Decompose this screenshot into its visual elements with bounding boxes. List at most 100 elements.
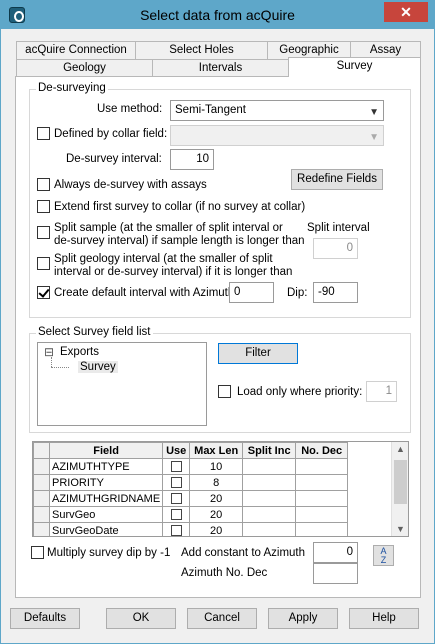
split-sample-checkbox[interactable]	[37, 226, 50, 239]
multiply-dip-label: Multiply survey dip by -1	[47, 547, 171, 559]
cell-use[interactable]	[162, 474, 191, 491]
cell-no-dec[interactable]	[295, 506, 349, 523]
row-header[interactable]	[33, 458, 50, 475]
cell-field[interactable]: SurvGeo	[48, 506, 164, 523]
priority-input[interactable]: 1	[366, 381, 397, 402]
table-row[interactable]: AZIMUTHGRIDNAME 20	[33, 490, 349, 507]
dip-input[interactable]: -90	[313, 282, 358, 303]
split-geology-line1: Split geology interval (at the smaller o…	[54, 253, 273, 265]
field-list-tree[interactable]: ⊟ Exports Survey	[37, 342, 207, 426]
cell-no-dec[interactable]	[295, 474, 349, 491]
azimuth-input[interactable]: 0	[229, 282, 274, 303]
split-geology-line2: interval or de-survey interval) if it is…	[54, 266, 293, 278]
dip-label: Dip:	[287, 287, 308, 299]
tab-intervals[interactable]: Intervals	[152, 59, 289, 77]
tree-node-survey[interactable]: Survey	[78, 361, 118, 373]
cell-split-inc[interactable]	[242, 522, 297, 536]
use-checkbox[interactable]	[170, 461, 182, 473]
cell-use[interactable]	[162, 522, 191, 536]
close-button[interactable]: ✕	[384, 2, 428, 22]
use-method-label: Use method:	[97, 103, 163, 115]
cell-no-dec[interactable]	[295, 522, 349, 536]
cell-use[interactable]	[162, 458, 191, 475]
sort-az-button[interactable]: A Z	[373, 545, 394, 566]
split-interval-input[interactable]: 0	[313, 238, 358, 259]
column-header-field[interactable]: Field	[48, 442, 164, 459]
cell-max-len[interactable]: 10	[189, 458, 244, 475]
multiply-dip-checkbox[interactable]	[31, 546, 44, 559]
scroll-down-icon[interactable]: ▼	[392, 524, 408, 534]
use-method-select[interactable]: Semi-Tangent ▼	[170, 100, 384, 121]
cell-max-len[interactable]: 20	[189, 490, 244, 507]
table-row[interactable]: SurvGeo 20	[33, 506, 349, 523]
ok-button[interactable]: OK	[106, 608, 176, 629]
add-constant-input[interactable]: 0	[313, 542, 358, 563]
table-row[interactable]: PRIORITY 8	[33, 474, 349, 491]
cell-use[interactable]	[162, 490, 191, 507]
cell-no-dec[interactable]	[295, 458, 349, 475]
redefine-fields-button[interactable]: Redefine Fields	[291, 169, 383, 190]
cell-field[interactable]: AZIMUTHTYPE	[48, 458, 164, 475]
cancel-button[interactable]: Cancel	[187, 608, 257, 629]
table-header-row: Field Use Max Len Split Inc No. Dec	[33, 442, 349, 459]
tree-node-exports[interactable]: Exports	[60, 346, 99, 358]
help-button[interactable]: Help	[349, 608, 419, 629]
create-default-interval-checkbox[interactable]	[37, 286, 50, 299]
sort-z-icon: Z	[380, 555, 387, 565]
split-geology-checkbox[interactable]	[37, 257, 50, 270]
filter-button[interactable]: Filter	[218, 343, 298, 364]
survey-tab-panel: De-surveying Use method: Semi-Tangent ▼ …	[15, 76, 421, 598]
cell-max-len[interactable]: 20	[189, 522, 244, 536]
tree-expander-icon[interactable]: ⊟	[44, 345, 54, 359]
grid-vertical-scrollbar[interactable]: ▲ ▼	[391, 442, 408, 536]
column-header-use[interactable]: Use	[162, 442, 191, 459]
load-only-priority-checkbox[interactable]	[218, 385, 231, 398]
cell-split-inc[interactable]	[242, 474, 297, 491]
extend-first-survey-checkbox[interactable]	[37, 200, 50, 213]
survey-field-list-label: Select Survey field list	[36, 326, 153, 338]
defaults-button[interactable]: Defaults	[10, 608, 80, 629]
column-header-split-inc[interactable]: Split Inc	[242, 442, 297, 459]
column-header-max-len[interactable]: Max Len	[189, 442, 244, 459]
scrollbar-thumb[interactable]	[394, 460, 407, 504]
tab-select-holes[interactable]: Select Holes	[135, 41, 268, 59]
always-desurvey-checkbox[interactable]	[37, 178, 50, 191]
collar-field-select[interactable]: ▼	[170, 125, 384, 146]
cell-split-inc[interactable]	[242, 458, 297, 475]
split-sample-label: Split sample (at the smaller of split in…	[54, 222, 305, 248]
cell-use[interactable]	[162, 506, 191, 523]
apply-button[interactable]: Apply	[268, 608, 338, 629]
cell-field[interactable]: PRIORITY	[48, 474, 164, 491]
defined-by-collar-checkbox[interactable]	[37, 127, 50, 140]
cell-field[interactable]: AZIMUTHGRIDNAME	[48, 490, 164, 507]
tab-acquire-connection[interactable]: acQuire Connection	[16, 41, 136, 59]
cell-no-dec[interactable]	[295, 490, 349, 507]
cell-field[interactable]: SurvGeoDate	[48, 522, 164, 536]
cell-split-inc[interactable]	[242, 506, 297, 523]
cell-max-len[interactable]: 8	[189, 474, 244, 491]
cell-split-inc[interactable]	[242, 490, 297, 507]
extend-first-survey-label: Extend first survey to collar (if no sur…	[54, 201, 306, 213]
use-checkbox[interactable]	[170, 477, 182, 489]
chevron-down-icon: ▼	[369, 107, 379, 118]
defined-by-collar-label: Defined by collar field:	[54, 128, 168, 140]
window-title: Select data from acQuire	[140, 7, 295, 23]
row-header[interactable]	[33, 490, 50, 507]
use-checkbox[interactable]	[170, 493, 182, 505]
row-header[interactable]	[33, 522, 50, 536]
tab-geology[interactable]: Geology	[16, 59, 153, 77]
row-header[interactable]	[33, 506, 50, 523]
azimuth-no-dec-input[interactable]	[313, 563, 358, 584]
title-bar: Select data from acQuire ✕	[1, 1, 434, 29]
desurvey-interval-input[interactable]: 10	[170, 149, 214, 170]
scroll-up-icon[interactable]: ▲	[392, 444, 408, 454]
column-header-no-dec[interactable]: No. Dec	[295, 442, 349, 459]
use-checkbox[interactable]	[170, 525, 182, 536]
tab-survey[interactable]: Survey	[288, 57, 421, 77]
chevron-down-icon: ▼	[369, 132, 379, 143]
use-checkbox[interactable]	[170, 509, 182, 521]
table-row[interactable]: SurvGeoDate 20	[33, 522, 349, 536]
cell-max-len[interactable]: 20	[189, 506, 244, 523]
table-row[interactable]: AZIMUTHTYPE 10	[33, 458, 349, 475]
row-header[interactable]	[33, 474, 50, 491]
